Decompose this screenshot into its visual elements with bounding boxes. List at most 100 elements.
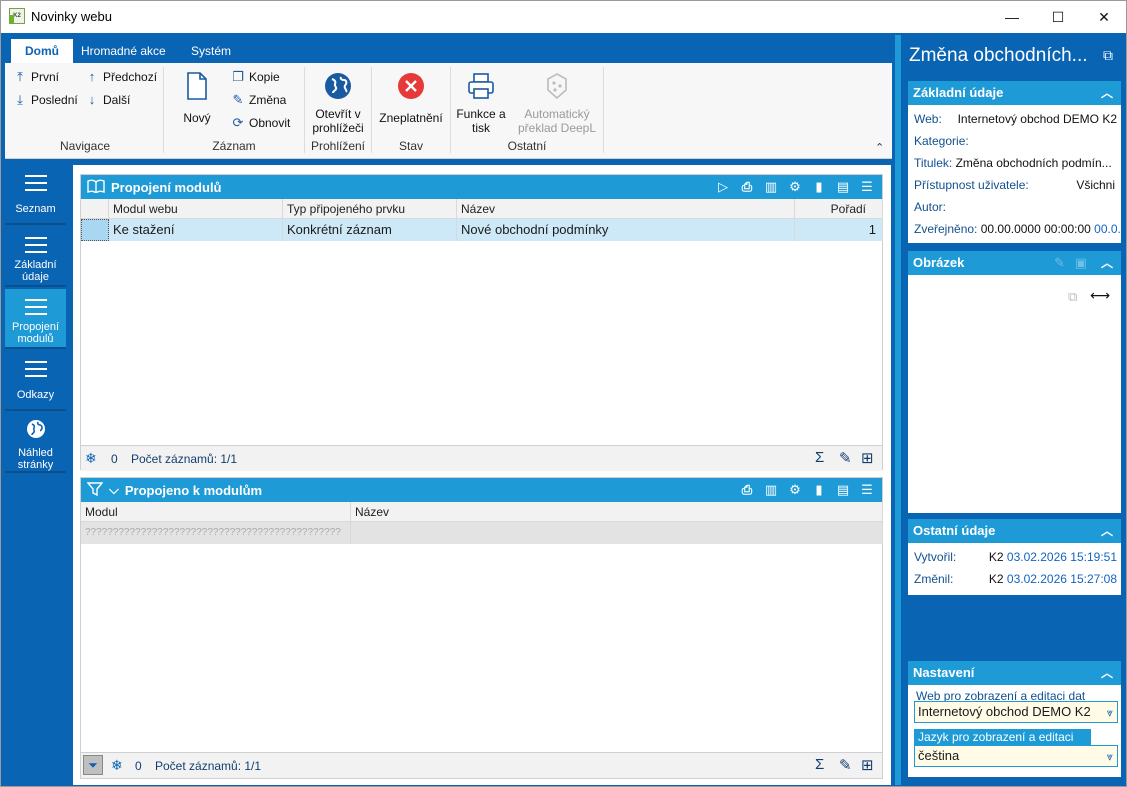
table-row[interactable]: Ke stažení Konkrétní záznam Nové obchodn… xyxy=(81,219,883,241)
chart-icon[interactable]: ▥ xyxy=(762,178,780,196)
created-row: Vytvořil: K2 03.02.2026 15:19:51 xyxy=(914,550,1117,564)
row-selector-header xyxy=(81,199,109,219)
chevron-up-icon[interactable]: ︿ xyxy=(1101,519,1113,543)
filter-icon[interactable] xyxy=(86,481,104,500)
edit-icon[interactable]: ✎ xyxy=(839,449,852,467)
group-label-record: Záznam xyxy=(212,139,256,153)
module-links-header: Propojení modulů ▷ ⎙ ▥ ⚙ ▮ ▤ ☰ xyxy=(81,175,882,199)
refresh-button[interactable]: ⟳ Obnovit xyxy=(231,113,291,133)
invalidate-button[interactable]: Zneplatnění xyxy=(373,69,449,125)
functions-print-button[interactable]: Funkce a tisk xyxy=(453,69,509,135)
minimize-button[interactable]: — xyxy=(989,1,1035,33)
globe-icon xyxy=(27,420,45,438)
category-row: Kategorie: xyxy=(914,134,969,148)
printer-icon[interactable]: ⎙ xyxy=(738,481,756,499)
add-record-icon[interactable]: ⊞ xyxy=(861,756,874,774)
linked-to-toolbar: ⎙ ▥ ⚙ ▮ ▤ ☰ xyxy=(738,481,876,499)
status-count: 0 xyxy=(111,452,118,466)
fit-width-icon[interactable]: ⟷ xyxy=(1090,287,1110,304)
chevron-down-icon: ⩔ xyxy=(1106,707,1113,719)
snowflake-icon[interactable]: ❄ xyxy=(111,757,123,774)
deepl-icon xyxy=(540,69,574,103)
column-header-name[interactable]: Název xyxy=(457,199,795,219)
columns-icon[interactable]: ▮ xyxy=(810,481,828,499)
web-select[interactable]: Internetový obchod DEMO K2 ⩔ xyxy=(914,701,1118,723)
column-header-name[interactable]: Název xyxy=(351,502,883,522)
open-external-icon[interactable]: ⧉ xyxy=(1103,47,1113,64)
menu-icon[interactable]: ☰ xyxy=(858,481,876,499)
chevron-up-icon[interactable]: ︿ xyxy=(1101,661,1113,685)
language-select[interactable]: čeština ⩔ xyxy=(914,745,1118,767)
copy-button[interactable]: ❐ Kopie xyxy=(231,67,280,87)
last-button[interactable]: ⤓ Poslední xyxy=(13,90,78,110)
changed-row: Změnil: K2 03.02.2026 15:27:08 xyxy=(914,572,1117,586)
minimize-icon: — xyxy=(1005,9,1019,25)
first-button[interactable]: ⤒ První xyxy=(13,67,59,87)
chevron-down-icon[interactable]: ⌵ xyxy=(109,482,119,498)
nav-basic-data[interactable]: Základní údaje xyxy=(5,227,66,287)
column-header-type[interactable]: Typ připojeného prvku xyxy=(283,199,457,219)
column-header-order[interactable]: Pořadí xyxy=(795,199,883,219)
column-header-module[interactable]: Modul webu xyxy=(109,199,283,219)
edit-icon[interactable]: ✎ xyxy=(839,756,852,774)
menu-icon[interactable]: ☰ xyxy=(858,178,876,196)
linked-to-header: ⌵ Propojeno k modulům ⎙ ▥ ⚙ ▮ ▤ ☰ xyxy=(81,478,882,502)
maximize-button[interactable]: ☐ xyxy=(1035,1,1081,33)
center-content: Propojení modulů ▷ ⎙ ▥ ⚙ ▮ ▤ ☰ Modul web… xyxy=(73,165,891,785)
sum-icon[interactable]: Σ xyxy=(815,449,824,466)
arrow-down-icon: ↓ xyxy=(88,92,96,107)
app-logo-icon: K2 xyxy=(9,8,25,24)
row-selector[interactable] xyxy=(81,219,109,241)
table-row[interactable]: ????????????????????????????????????????… xyxy=(81,522,883,544)
ribbon-separator xyxy=(603,67,604,153)
deepl-translate-button[interactable]: Automatický překlad DeepL xyxy=(513,69,601,135)
tab-bulk-actions[interactable]: Hromadné akce xyxy=(67,39,180,63)
printer-icon[interactable]: ⎙ xyxy=(738,178,756,196)
previous-button[interactable]: ↑ Předchozí xyxy=(85,67,157,87)
sum-icon[interactable]: Σ xyxy=(815,756,824,773)
chevron-up-icon[interactable]: ︿ xyxy=(1101,251,1113,275)
export-icon[interactable]: ▤ xyxy=(834,178,852,196)
play-icon[interactable]: ▷ xyxy=(714,178,732,196)
book-icon xyxy=(87,179,105,196)
group-label-state: Stav xyxy=(398,139,423,153)
columns-icon[interactable]: ▮ xyxy=(810,178,828,196)
tab-system[interactable]: Systém xyxy=(177,39,245,63)
nav-links[interactable]: Odkazy xyxy=(5,351,66,411)
open-external-icon[interactable]: ⧉ xyxy=(1068,289,1077,305)
column-header-module[interactable]: Modul xyxy=(81,502,351,522)
filter-icon[interactable]: ⏷ xyxy=(83,755,103,775)
delete-icon[interactable]: ▣ xyxy=(1075,251,1087,275)
ribbon-separator xyxy=(163,67,164,153)
nav-module-links[interactable]: Propojení modulů xyxy=(5,289,66,349)
add-record-icon[interactable]: ⊞ xyxy=(861,449,874,467)
edit-icon[interactable]: ✎ xyxy=(1054,251,1065,275)
language-setting-label: Jazyk pro zobrazení a editaci dat xyxy=(914,729,1091,760)
other-data-header: Ostatní údaje ︿ xyxy=(908,519,1121,543)
nav-list[interactable]: Seznam xyxy=(5,165,66,225)
chart-icon[interactable]: ▥ xyxy=(762,481,780,499)
close-button[interactable]: ✕ xyxy=(1081,1,1126,33)
open-in-browser-button[interactable]: Otevřít v prohlížeči xyxy=(307,69,369,135)
arrow-up-icon: ↑ xyxy=(88,69,96,84)
filter-group-icon[interactable]: ⚙ xyxy=(786,481,804,499)
filter-group-icon[interactable]: ⚙ xyxy=(786,178,804,196)
change-button[interactable]: ✎ Změna xyxy=(231,90,287,110)
snowflake-icon[interactable]: ❄ xyxy=(85,450,97,467)
panel-splitter[interactable] xyxy=(895,35,901,785)
status-text: Počet záznamů: 1/1 xyxy=(155,759,262,773)
collapse-ribbon-icon[interactable]: ⌃ xyxy=(875,141,884,154)
group-label-browse: Prohlížení xyxy=(310,139,366,153)
module-links-toolbar: ▷ ⎙ ▥ ⚙ ▮ ▤ ☰ xyxy=(714,178,876,196)
new-button[interactable]: Nový xyxy=(177,69,217,125)
nav-page-preview[interactable]: Náhled stránky xyxy=(5,413,66,473)
cell-name: Nové obchodní podmínky xyxy=(457,219,795,241)
next-button[interactable]: ↓ Další xyxy=(85,90,131,110)
tab-home[interactable]: Domů xyxy=(11,39,73,63)
pencil-icon: ✎ xyxy=(232,92,244,107)
right-panel: Změna obchodních... ⧉ Základní údaje ︿ W… xyxy=(903,35,1125,785)
settings-section: Nastavení ︿ Web pro zobrazení a editaci … xyxy=(908,661,1121,777)
export-icon[interactable]: ▤ xyxy=(834,481,852,499)
chevron-up-icon[interactable]: ︿ xyxy=(1101,81,1113,105)
arrow-up-bar-icon: ⤒ xyxy=(17,69,23,84)
